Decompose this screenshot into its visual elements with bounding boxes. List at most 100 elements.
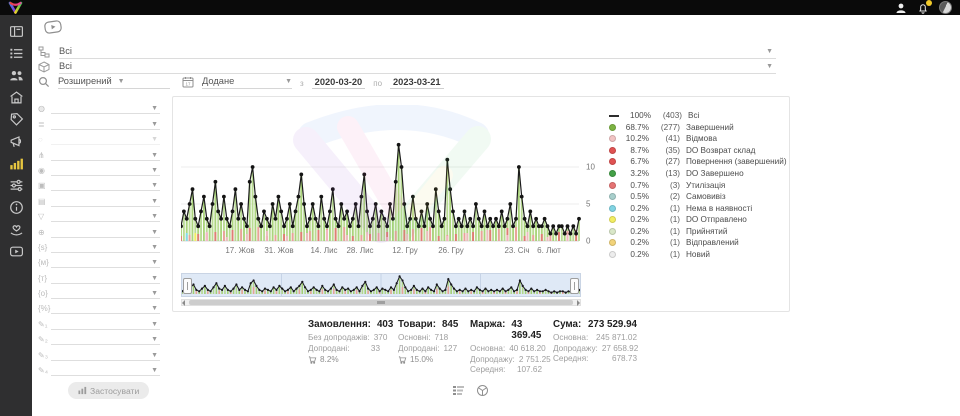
clients-icon[interactable] [9,68,24,83]
filter-row-image-filter[interactable]: ▤▼ [38,191,160,206]
profile-icon[interactable] [895,2,907,14]
notifications-bell-icon[interactable] [917,2,929,14]
legend-label: DO Отправлено [686,215,747,224]
date-type-select[interactable]: Додане ▼ [202,74,292,89]
legend-swatch [609,170,616,177]
legend-item[interactable]: 3.2%(13)DO Завершено [609,168,785,180]
legend-swatch [609,251,616,258]
legend-item[interactable]: 0.2%(1)Відправлений [609,237,785,249]
custom-field-o-icon: {о} [38,288,51,299]
chevron-down-icon[interactable]: ▼ [763,63,776,70]
filter-row-custom-field-x[interactable]: {%}▼ [38,299,160,314]
filter-row-custom-note-1[interactable]: ✎₁▼ [38,314,160,329]
filter-row-location-filter[interactable]: ◉▼ [38,161,160,176]
filter-sidebar: ◍▼≣▼○▼⋔▼◉▼▣▼▤▼▽▼⊕▼{s}▼{м}▼{т}▼{о}▼{%}▼✎₁… [38,99,160,376]
brush-handle-left[interactable] [183,278,192,294]
legend-item[interactable]: 0.2%(1)DO Отправлено [609,214,785,226]
legend-item[interactable]: 10.2%(41)Відмова [609,133,785,145]
custom-note-1-icon: ✎₁ [38,319,51,330]
marketing-icon[interactable] [9,134,24,149]
chart-minimap[interactable] [181,273,581,297]
legend-pct: 6.7% [620,157,649,166]
legend-pct: 8.7% [620,146,649,155]
hierarchy-filter-icon: ⋔ [38,150,51,161]
stat-value: 43 369.45 [511,319,542,341]
date-from-input[interactable]: 2020-03-20 [312,77,366,89]
legend-item[interactable]: 0.2%(1)Нема в наявності [609,202,785,214]
chevron-down-icon: ▼ [285,78,292,85]
video-hint-icon[interactable] [43,19,63,35]
scrollbar-thumb[interactable] [189,300,573,305]
scroll-right-arrow[interactable] [577,300,580,306]
svg-text:5: 5 [586,200,591,209]
status-select[interactable]: Всі ▼ [59,44,776,59]
list-view-icon[interactable] [452,384,465,397]
orders-icon[interactable] [9,46,24,61]
legend-label: DO Возврат склад [686,146,755,155]
date-to-input[interactable]: 2023-03-21 [390,77,444,89]
filter-row-custom-note-4[interactable]: ✎₄▼ [38,361,160,376]
stat-title: Маржа: [470,319,505,341]
svg-text:14. Лис: 14. Лис [310,246,337,255]
dashboard-icon[interactable] [9,24,24,39]
stat-sub-label: Основна: [553,333,588,344]
app-logo[interactable] [8,1,23,14]
brush-handle-right[interactable] [570,278,579,294]
legend-item[interactable]: 100%(403)Всі [609,110,785,122]
funnel-filter-icon: ▽ [38,211,51,222]
filter-row-web-filter[interactable]: ⊕▼ [38,222,160,237]
product-box-icon [38,61,50,73]
legend-item[interactable]: 0.7%(3)Утилізація [609,179,785,191]
filter-row-custom-field-o[interactable]: {о}▼ [38,284,160,299]
chevron-down-icon[interactable]: ▼ [763,48,776,55]
stat-sub-label: Допродажу: [470,355,515,366]
legend-item[interactable]: 8.7%(35)DO Возврат склад [609,145,785,157]
filter-row-empty-filter[interactable]: ○▼ [38,130,160,145]
custom-note-3-icon: ✎₃ [38,350,51,361]
legend-item[interactable]: 6.7%(27)Повернення (завершений) [609,156,785,168]
product-select[interactable]: Всі ▼ [59,59,776,74]
legend-item[interactable]: 0.5%(2)Самовивіз [609,191,785,203]
legend-swatch [609,115,619,117]
analytics-chart-card: 105017. Жов31. Жов14. Лис28. Лис12. Гру2… [172,96,790,312]
filter-row-custom-note-2[interactable]: ✎₂▼ [38,330,160,345]
info-icon[interactable] [9,200,24,215]
filter-row-custom-note-3[interactable]: ✎₃▼ [38,345,160,360]
legend-item[interactable]: 68.7%(277)Завершений [609,122,785,134]
filter-row-custom-field-s[interactable]: {s}▼ [38,238,160,253]
analytics-icon[interactable] [9,156,24,171]
legend-item[interactable]: 0.2%(1)Прийнятий [609,225,785,237]
legend-swatch [609,135,616,142]
custom-field-x-icon: {%} [38,303,51,314]
chart-scrollbar[interactable] [181,299,581,306]
package-view-icon[interactable] [476,384,489,397]
support-icon[interactable] [9,222,24,237]
search-mode-select[interactable]: Розширений ▼ [58,74,170,89]
user-avatar[interactable] [939,1,952,14]
filter-row-funnel-filter[interactable]: ▽▼ [38,207,160,222]
filter-row-globe-filter[interactable]: ◍▼ [38,99,160,114]
filter-row-custom-field-m[interactable]: {м}▼ [38,253,160,268]
filter-row-chart-filter[interactable]: ≣▼ [38,114,160,129]
pricing-icon[interactable] [9,112,24,127]
image-filter-icon: ▤ [38,196,51,207]
warehouse-icon[interactable] [9,90,24,105]
legend-count: (1) [653,204,680,213]
filter-row-hierarchy-filter[interactable]: ⋔▼ [38,145,160,160]
stat-column: Маржа:43 369.45Основна:40 618.20Допродаж… [470,319,542,376]
filter-row-package-filter[interactable]: ▣▼ [38,176,160,191]
svg-text:17. Жов: 17. Жов [225,246,254,255]
legend-item[interactable]: 0.2%(1)Новий [609,249,785,261]
stat-sub-value: 718 [435,333,449,344]
settings-icon[interactable] [9,178,24,193]
search-icon[interactable] [38,76,50,88]
apply-button[interactable]: Застосувати [68,382,149,399]
filter-row-custom-field-t[interactable]: {т}▼ [38,268,160,283]
status-flow-icon [38,46,50,58]
video-icon[interactable] [9,244,24,259]
chevron-down-icon: ▼ [118,78,125,85]
legend-count: (1) [653,227,680,236]
side-nav [0,15,32,416]
scroll-left-arrow[interactable] [182,300,185,306]
custom-field-s-icon: {s} [38,242,51,253]
